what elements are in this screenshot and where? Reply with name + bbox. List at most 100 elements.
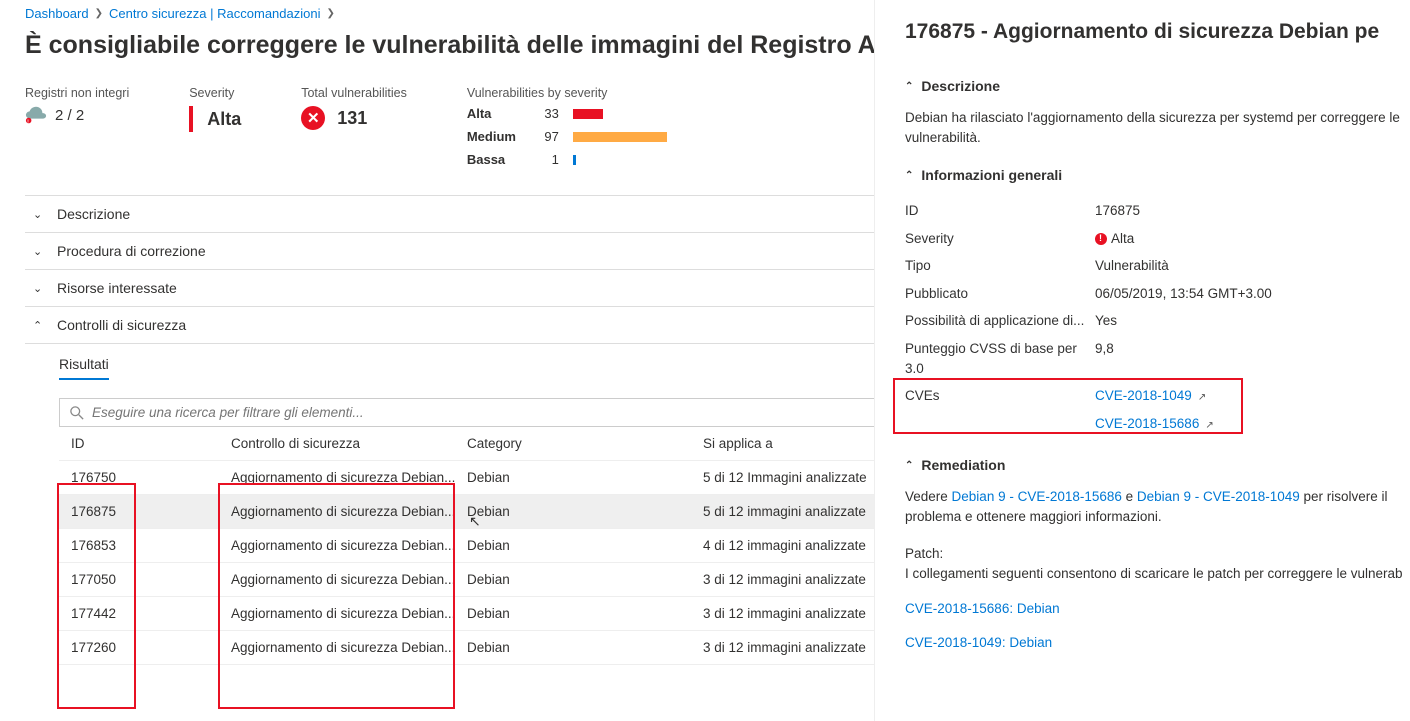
table-header-row: ID Controllo di sicurezza Category Si ap… (59, 427, 875, 461)
cell-applies: 3 di 12 immagini analizzate (703, 606, 867, 621)
table-row[interactable]: 176875 Aggiornamento di sicurezza Debian… (59, 495, 875, 529)
cell-applies: 5 di 12 Immagini analizzate (703, 470, 867, 485)
chevron-up-icon: ⌃ (905, 460, 913, 471)
detail-panel: 176875 - Aggiornamento di sicurezza Debi… (875, 0, 1410, 721)
accordion-description[interactable]: ⌄ Descrizione (25, 196, 874, 233)
cell-category: Debian (467, 640, 703, 655)
patch-label: Patch: (905, 544, 1410, 564)
accordion-label: Controlli di sicurezza (57, 317, 186, 333)
cell-id: 176875 (71, 504, 231, 519)
detail-title: 176875 - Aggiornamento di sicurezza Debi… (905, 20, 1410, 44)
chevron-down-icon: ⌄ (33, 282, 47, 295)
stat-vuln-by-severity: Vulnerabilities by severity Alta 33 Medi… (467, 86, 667, 175)
cve-link[interactable]: CVE-2018-1049 (1095, 388, 1192, 403)
remediation-link[interactable]: Debian 9 - CVE-2018-15686 (952, 489, 1122, 504)
info-value: 176875 (1095, 201, 1410, 221)
section-label: Informazioni generali (921, 167, 1062, 183)
info-value: Alta (1095, 229, 1410, 249)
detail-remediation-section: ⌃ Remediation Vedere Debian 9 - CVE-2018… (905, 457, 1410, 652)
cell-applies: 3 di 12 immagini analizzate (703, 572, 867, 587)
tab-results[interactable]: Risultati (25, 344, 874, 380)
cell-control: Aggiornamento di sicurezza Debian... (231, 538, 467, 553)
remediation-text: Vedere Debian 9 - CVE-2018-15686 e Debia… (905, 487, 1410, 652)
detail-remediation-header[interactable]: ⌃ Remediation (905, 457, 1410, 473)
table-row[interactable]: 177260 Aggiornamento di sicurezza Debian… (59, 631, 875, 665)
accordion: ⌄ Descrizione ⌄ Procedura di correzione … (25, 195, 874, 344)
search-icon (70, 406, 84, 420)
detail-description-text: Debian ha rilasciato l'aggiornamento del… (905, 108, 1410, 147)
accordion-label: Procedura di correzione (57, 243, 206, 259)
chevron-up-icon: ⌃ (905, 81, 913, 92)
section-label: Descrizione (921, 78, 1000, 94)
col-control[interactable]: Controllo di sicurezza (231, 436, 467, 451)
col-applies[interactable]: Si applica a (703, 436, 867, 451)
external-link-icon: ↗ (1205, 420, 1213, 431)
stat-unhealthy-registries: Registri non integri ! 2 / 2 (25, 86, 129, 175)
breadcrumb-dashboard[interactable]: Dashboard (25, 6, 89, 21)
info-value: Vulnerabilità (1095, 256, 1410, 276)
cell-id: 177260 (71, 640, 231, 655)
cell-category: Debian (467, 606, 703, 621)
error-icon: ✕ (301, 106, 325, 130)
cell-id: 177050 (71, 572, 231, 587)
info-key: Possibilità di applicazione di... (905, 311, 1095, 331)
table-row[interactable]: 176750 Aggiornamento di sicurezza Debian… (59, 461, 875, 495)
stat-label: Vulnerabilities by severity (467, 86, 667, 100)
remediation-link[interactable]: Debian 9 - CVE-2018-1049 (1137, 489, 1300, 504)
chevron-down-icon: ⌄ (33, 245, 47, 258)
bar-blue-icon (573, 155, 576, 165)
accordion-affected-resources[interactable]: ⌄ Risorse interessate (25, 270, 874, 307)
cell-control: Aggiornamento di sicurezza Debian... (231, 470, 467, 485)
detail-description-section: ⌃ Descrizione Debian ha rilasciato l'agg… (905, 78, 1410, 147)
info-key: Pubblicato (905, 284, 1095, 304)
patch-link[interactable]: CVE-2018-15686: Debian (905, 601, 1060, 616)
sev-low-value: 1 (539, 152, 559, 167)
info-value: 06/05/2019, 13:54 GMT+3.00 (1095, 284, 1410, 304)
cell-applies: 5 di 12 immagini analizzate (703, 504, 867, 519)
cell-control: Aggiornamento di sicurezza Debian... (231, 606, 467, 621)
bar-orange-icon (573, 132, 667, 142)
cell-category: Debian (467, 572, 703, 587)
info-key: ID (905, 201, 1095, 221)
stat-label: Severity (189, 86, 241, 100)
breadcrumb-security-center[interactable]: Centro sicurezza | Raccomandazioni (109, 6, 320, 21)
cell-id: 176750 (71, 470, 231, 485)
table-row[interactable]: 176853 Aggiornamento di sicurezza Debian… (59, 529, 875, 563)
cell-applies: 4 di 12 immagini analizzate (703, 538, 867, 553)
results-table: ID Controllo di sicurezza Category Si ap… (59, 427, 875, 665)
accordion-label: Risorse interessate (57, 280, 177, 296)
detail-general-info-header[interactable]: ⌃ Informazioni generali (905, 167, 1410, 183)
col-category[interactable]: Category (467, 436, 703, 451)
cloud-registry-icon: ! (25, 106, 47, 124)
sev-medium-label: Medium (467, 129, 525, 144)
stat-label: Registri non integri (25, 86, 129, 100)
chevron-up-icon: ⌃ (905, 170, 913, 181)
bar-red-icon (573, 109, 603, 119)
info-key: Tipo (905, 256, 1095, 276)
stats-row: Registri non integri ! 2 / 2 Severity Al… (25, 86, 874, 175)
cell-id: 176853 (71, 538, 231, 553)
cell-category: Debian (467, 538, 703, 553)
detail-description-header[interactable]: ⌃ Descrizione (905, 78, 1410, 94)
info-value: CVE-2018-15686 ↗ (1095, 414, 1410, 434)
chevron-down-icon: ⌄ (33, 208, 47, 221)
cell-category: Debian (467, 504, 703, 519)
stat-value: 131 (337, 108, 367, 129)
stat-total-vulnerabilities: Total vulnerabilities ✕ 131 (301, 86, 407, 175)
search-box[interactable] (59, 398, 875, 427)
stat-value: 2 / 2 (55, 107, 84, 124)
table-row[interactable]: 177442 Aggiornamento di sicurezza Debian… (59, 597, 875, 631)
accordion-security-controls[interactable]: ⌃ Controlli di sicurezza (25, 307, 874, 344)
external-link-icon: ↗ (1198, 392, 1206, 403)
info-value: Yes (1095, 311, 1410, 331)
search-input[interactable] (92, 405, 868, 420)
patch-text: I collegamenti seguenti consentono di sc… (905, 564, 1410, 584)
table-row[interactable]: 177050 Aggiornamento di sicurezza Debian… (59, 563, 875, 597)
severity-bar-icon (189, 106, 193, 132)
accordion-remediation-steps[interactable]: ⌄ Procedura di correzione (25, 233, 874, 270)
cve-link[interactable]: CVE-2018-15686 (1095, 416, 1199, 431)
col-id[interactable]: ID (71, 436, 231, 451)
patch-link[interactable]: CVE-2018-1049: Debian (905, 635, 1052, 650)
tab-label: Risultati (59, 356, 109, 380)
info-key (905, 414, 1095, 434)
